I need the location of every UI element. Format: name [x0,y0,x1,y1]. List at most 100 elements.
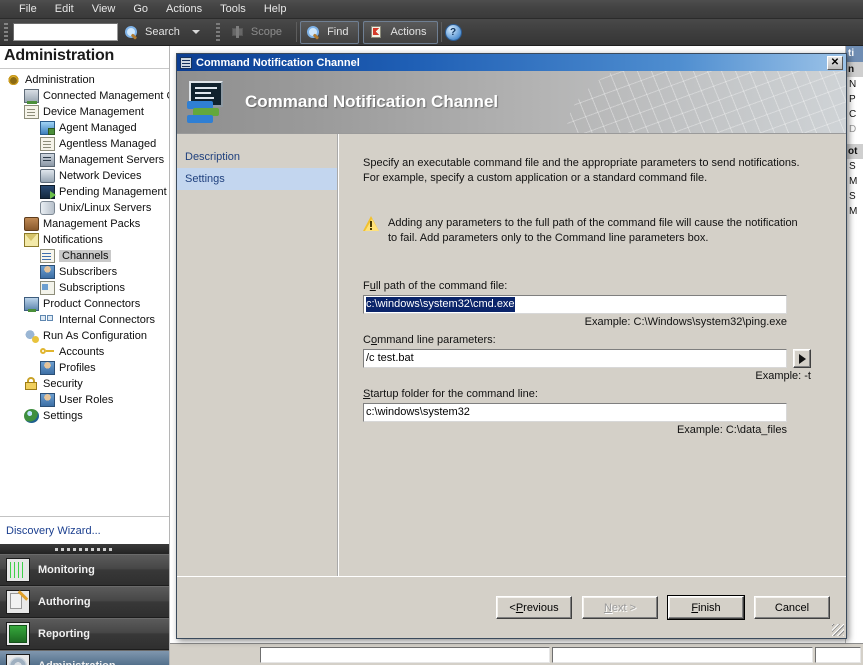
menu-item-help[interactable]: Help [255,1,296,17]
unix-linux-servers-icon [40,201,55,215]
actions-item[interactable]: M [846,174,863,189]
actions-icon [370,25,383,39]
status-cell-2 [552,646,813,663]
help-icon[interactable]: ? [444,23,462,41]
scope-label: Scope [250,26,283,38]
actions-label: Actions [390,26,427,38]
tree-item-profiles[interactable]: Profiles [0,360,169,376]
tree-item-channels[interactable]: Channels [0,248,169,264]
tree-item-agentless-managed[interactable]: Agentless Managed [0,136,169,152]
actions-button[interactable]: Actions [363,20,438,44]
warning-line-2: to fail. Add parameters only to the Comm… [388,232,709,244]
tree-item-management-packs[interactable]: Management Packs [0,216,169,232]
menu-item-file[interactable]: File [10,1,46,17]
step-description[interactable]: Description [177,146,337,168]
tree-item-unix-linux-servers[interactable]: Unix/Linux Servers [0,200,169,216]
actions-item: D [849,124,857,135]
tree-item-notifications[interactable]: Notifications [0,232,169,248]
search-button[interactable]: Search [118,21,212,44]
navigation-pane: Administration Administration Connected … [0,46,170,665]
application-window: File Edit View Go Actions Tools Help Sea… [0,0,863,665]
intro-line-1: Specify an executable command file and t… [363,157,800,169]
command-channel-icon [187,81,231,123]
tree-item-subscribers[interactable]: Subscribers [0,264,169,280]
search-input[interactable] [13,23,118,41]
menu-item-view[interactable]: View [83,1,125,17]
tree-item-agent-managed[interactable]: Agent Managed [0,120,169,136]
nav-button-authoring[interactable]: Authoring [0,586,169,618]
tree-item-product-connectors[interactable]: Product Connectors [0,296,169,312]
chevron-down-icon[interactable] [191,30,200,34]
tree-item-settings[interactable]: Settings [0,408,169,424]
actions-item[interactable]: C [846,107,863,122]
command-params-input[interactable]: /c test.bat [363,349,787,368]
toolbar-divider-1 [296,22,298,42]
browse-params-button[interactable] [793,349,811,368]
close-icon[interactable]: ✕ [827,55,843,70]
command-params-value: /c test.bat [366,352,414,364]
command-params-field-group: Command line parameters: /c test.bat Exa… [363,334,822,382]
dialog-title-bar[interactable]: Command Notification Channel ✕ [177,54,846,71]
dialog-window-icon [180,56,192,69]
tree-item-network-devices[interactable]: Network Devices [0,168,169,184]
nav-splitter-handle[interactable] [0,544,169,554]
find-button[interactable]: Find [300,20,360,44]
command-params-label: Command line parameters: [363,334,496,346]
tree-item-connected-management-groups[interactable]: Connected Management Gr [0,88,169,104]
menu-item-go[interactable]: Go [124,1,157,17]
nav-button-reporting[interactable]: Reporting [0,618,169,650]
nav-button-stack: Monitoring Authoring Reporting Administr… [0,544,169,665]
command-file-label: Full path of the command file: [363,280,508,292]
tree-item-administration[interactable]: Administration [0,72,169,88]
tree-item-security[interactable]: Security [0,376,169,392]
tree-item-internal-connectors[interactable]: Internal Connectors [0,312,169,328]
dialog-title-text: Command Notification Channel [196,56,360,69]
navigation-tree[interactable]: Administration Connected Management Gr D… [0,69,169,509]
tree-item-device-management[interactable]: Device Management [0,104,169,120]
device-management-icon [24,105,39,119]
toolbar-grip[interactable] [4,23,8,41]
dialog-resize-grip[interactable] [832,624,844,636]
settings-globe-icon [24,409,39,423]
command-file-example: Example: C:\Windows\system32\ping.exe [584,316,787,328]
tree-item-run-as-configuration[interactable]: Run As Configuration [0,328,169,344]
nav-button-monitoring[interactable]: Monitoring [0,554,169,586]
tree-item-management-servers[interactable]: Management Servers [0,152,169,168]
connected-group-icon [24,89,39,104]
actions-item[interactable]: S [846,159,863,174]
subscribers-icon [40,265,55,279]
actions-item[interactable]: M [846,204,863,219]
nav-button-administration[interactable]: Administration [0,650,169,665]
authoring-icon [6,590,30,614]
toolbar-separator [215,23,220,41]
actions-item[interactable]: P [846,92,863,107]
startup-folder-field-group: Startup folder for the command line: c:\… [363,388,822,436]
startup-folder-input[interactable]: c:\windows\system32 [363,403,787,422]
finish-button[interactable]: Finish [667,595,745,620]
tree-item-accounts[interactable]: Accounts [0,344,169,360]
banner-mesh-graphic [557,71,846,133]
command-file-input[interactable]: c:\windows\system32\cmd.exe [363,295,787,314]
tree-item-subscriptions[interactable]: Subscriptions [0,280,169,296]
actions-item[interactable]: N [846,77,863,92]
step-settings[interactable]: Settings [177,168,337,190]
accounts-icon [40,345,55,359]
scope-button[interactable]: Scope [224,21,293,44]
warning-block: Adding any parameters to the full path o… [363,216,822,246]
page-title: Administration [0,46,169,69]
notifications-icon [24,233,39,247]
discovery-wizard-link[interactable]: Discovery Wizard... [6,525,101,537]
menu-item-tools[interactable]: Tools [211,1,255,17]
tree-item-pending-management[interactable]: Pending Management [0,184,169,200]
actions-group-header-2: ot [846,144,863,159]
actions-gap [846,137,863,144]
menu-item-actions[interactable]: Actions [157,1,211,17]
actions-group-header-1: n [846,62,863,77]
actions-item[interactable]: S [846,189,863,204]
menu-item-edit[interactable]: Edit [46,1,83,17]
play-triangle-icon [798,353,806,364]
tree-item-user-roles[interactable]: User Roles [0,392,169,408]
cancel-button[interactable]: Cancel [754,596,830,619]
previous-button[interactable]: < Previous [496,596,572,619]
discovery-wizard-row: Discovery Wizard... [0,516,169,545]
